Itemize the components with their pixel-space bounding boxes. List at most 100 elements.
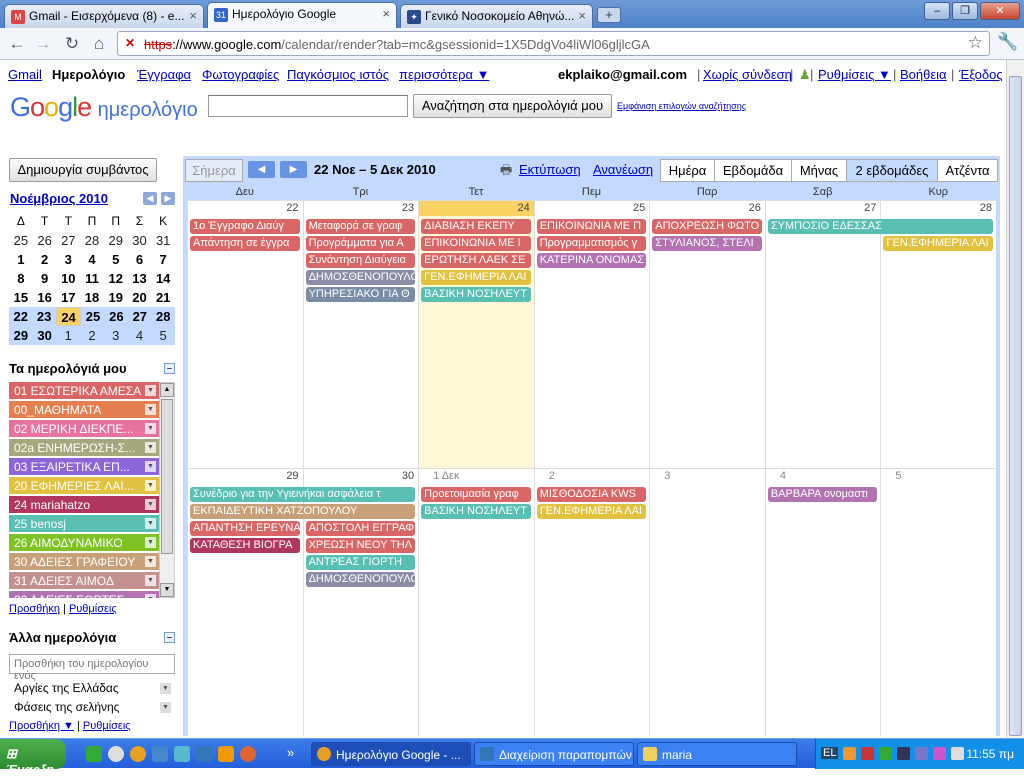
calendar-event[interactable]: ΚΑΤΕΡΙΝΑ ΟΝΟΜΑΣ [536,253,647,268]
calendar-list-item[interactable]: 24 mariahatzo ▼ [9,496,159,513]
dropdown-arrow-icon[interactable]: ▼ [145,537,156,548]
other-settings-link[interactable]: Ρυθμίσεις [83,720,131,732]
add-calendar-link[interactable]: Προσθήκη [9,603,60,615]
reload-icon[interactable]: ↻ [61,34,83,54]
mini-day[interactable]: 28 [152,307,175,326]
dropdown-arrow-icon[interactable]: ▼ [145,518,156,529]
dropdown-arrow-icon[interactable]: ▼ [145,423,156,434]
gbar-more-link[interactable]: περισσότερα ▼ [399,67,489,82]
mini-day[interactable]: 6 [128,250,152,269]
calendar-event[interactable]: ΑΠΟΧΡΕΩΣΗ ΦΩΤΟ [652,219,762,234]
mini-day[interactable]: 2 [80,326,104,345]
calendar-event[interactable]: ΑΠΑΝΤΗΣΗ ΕΡΕΥΝΑ [190,521,300,536]
start-button[interactable]: ⊞ Έναρξη [0,739,66,777]
mini-day[interactable]: 23 [32,307,55,326]
other-calendar-moon[interactable]: Φάσεις της σελήνης ▼ [14,700,171,714]
calendar-event[interactable]: ΓΕΝ.ΕΦΗΜΕΡΙΑ ΛΑΙ [536,504,647,519]
scroll-up-icon[interactable]: ▲ [160,383,174,397]
day-number[interactable]: 5 [895,470,992,482]
day-number[interactable]: 28 [980,202,992,214]
tray-icon[interactable] [915,747,928,760]
calendar-event[interactable]: ΒΑΣΙΚΗ ΝΟΣΗΛΕΥΤ [421,287,531,302]
calendar-event[interactable]: Μεταφορά σε γραφ [305,219,416,234]
tab-hospital[interactable]: ✦ Γενικό Νοσοκομείο Αθηνώ... × [400,4,593,28]
day-number[interactable]: 24 [517,202,529,214]
mini-day[interactable]: 9 [33,269,57,288]
day-cell[interactable]: 27 [764,201,881,468]
calendar-event[interactable]: ΑΝΤΡΕΑΣ ΓΙΟΡΤΗ [305,555,416,570]
calendar-list-item[interactable]: 32 ΑΔΕΙΕΣ ΕΟΡΤΕΣ ▼ [9,591,159,598]
taskbar-item-word[interactable]: Διαχείριση παραπομπών.... [474,742,634,766]
mini-day[interactable]: 12 [104,269,128,288]
mini-day[interactable]: 29 [104,231,128,250]
mini-day[interactable]: 29 [9,326,33,345]
calendar-list-item[interactable]: 30 ΑΔΕΙΕΣ ΓΡΑΦΕΙΟΥ ▼ [9,553,159,570]
collapse-icon[interactable]: – [164,363,175,374]
tray-icon[interactable] [933,747,946,760]
day-number[interactable]: 29 [286,470,298,482]
mini-day[interactable]: 1 [56,326,80,345]
chrome-icon[interactable] [130,746,146,762]
taskbar-item-calendar[interactable]: Ημερολόγιο Google - ... [311,742,471,766]
tray-icon[interactable] [843,747,856,760]
mini-day[interactable]: 25 [81,307,104,326]
mini-day[interactable]: 7 [151,250,175,269]
calendar-list-item[interactable]: 02a ΕΝΗΜΕΡΩΣΗ-Σ... ▼ [9,439,159,456]
scroll-down-icon[interactable]: ▼ [160,583,174,597]
dropdown-arrow-icon[interactable]: ▼ [145,385,156,396]
bookmark-star-icon[interactable]: ☆ [968,33,983,53]
collapse-icon[interactable]: – [164,632,175,643]
view-agenda-button[interactable]: Ατζέντα [937,159,998,182]
calendar-event[interactable]: ΔΗΜΟΣΘΕΝΟΠΟΥΛΟ [305,270,416,285]
calendar-list-item[interactable]: 25 benosj ▼ [9,515,159,532]
mini-day[interactable]: 27 [128,307,151,326]
day-cell[interactable]: 4 [764,469,881,736]
calendar-event[interactable]: ΧΡΕΩΣΗ ΝΕΟΥ ΤΗΛ [305,538,416,553]
volume-icon[interactable] [951,747,964,760]
calendar-settings-link[interactable]: Ρυθμίσεις [69,603,117,615]
mini-day[interactable]: 19 [104,288,128,307]
mini-day[interactable]: 31 [151,231,175,250]
mini-day[interactable]: 5 [151,326,175,345]
scrollbar-thumb[interactable] [161,399,173,554]
calendar-event[interactable]: ΕΠΙΚΟΙΝΩΝΙΑ ΜΕ Π [536,219,647,234]
close-icon[interactable]: × [578,8,586,23]
mini-day[interactable]: 5 [104,250,128,269]
calendar-list-item[interactable]: 00_ΜΑΘΗΜΑΤΑ ▼ [9,401,159,418]
calendar-event[interactable]: ΜΙΣΘΟΔΟΣΙΑ KWS [536,487,647,502]
day-number[interactable]: 4 [780,470,877,482]
settings-link[interactable]: Ρυθμίσεις ▼ [818,67,891,82]
calendar-event[interactable]: Προγράμματα για Α [305,236,416,251]
mini-day[interactable]: 30 [128,231,152,250]
offline-link[interactable]: Χωρίς σύνδεση [703,67,792,82]
mini-day[interactable]: 3 [104,326,128,345]
close-icon[interactable]: × [382,6,390,21]
mini-day[interactable]: 20 [128,288,152,307]
gbar-docs-link[interactable]: Έγγραφα [137,67,191,82]
other-calendar-holidays[interactable]: Αργίες της Ελλάδας ▼ [14,681,171,695]
wrench-icon[interactable]: 🔧 [997,32,1018,52]
mini-day[interactable]: 13 [128,269,152,288]
dropdown-arrow-icon[interactable]: ▼ [145,461,156,472]
mini-day[interactable]: 26 [105,307,128,326]
day-number[interactable]: 22 [286,202,298,214]
calendar-event[interactable]: ΓΕΝ.ΕΦΗΜΕΡΙΑ ΛΑΙ [421,270,531,285]
mini-day[interactable]: 27 [56,231,80,250]
new-tab-button[interactable]: + [597,7,621,23]
day-number[interactable]: 27 [864,202,876,214]
tab-gmail[interactable]: M Gmail - Εισερχόμενα (8) - e... × [4,4,204,28]
add-calendar-input[interactable]: Προσθήκη του ημερολογίου ενός [9,654,175,682]
next-month-icon[interactable]: ▶ [161,192,175,205]
tree-icon[interactable] [86,746,102,762]
mini-day[interactable]: 8 [9,269,33,288]
day-number[interactable]: 2 [549,470,646,482]
day-number[interactable]: 26 [749,202,761,214]
view-2weeks-button[interactable]: 2 εβδομάδες [846,159,938,182]
search-button[interactable]: Αναζήτηση στα ημερολόγιά μου [413,94,612,118]
create-event-button[interactable]: Δημιουργία συμβάντος [9,158,157,182]
day-cell[interactable]: 3 [649,469,765,736]
dropdown-arrow-icon[interactable]: ▼ [145,480,156,491]
mini-day[interactable]: 30 [33,326,57,345]
mini-day[interactable]: 14 [151,269,175,288]
flask-icon[interactable]: ♟ [799,67,811,83]
